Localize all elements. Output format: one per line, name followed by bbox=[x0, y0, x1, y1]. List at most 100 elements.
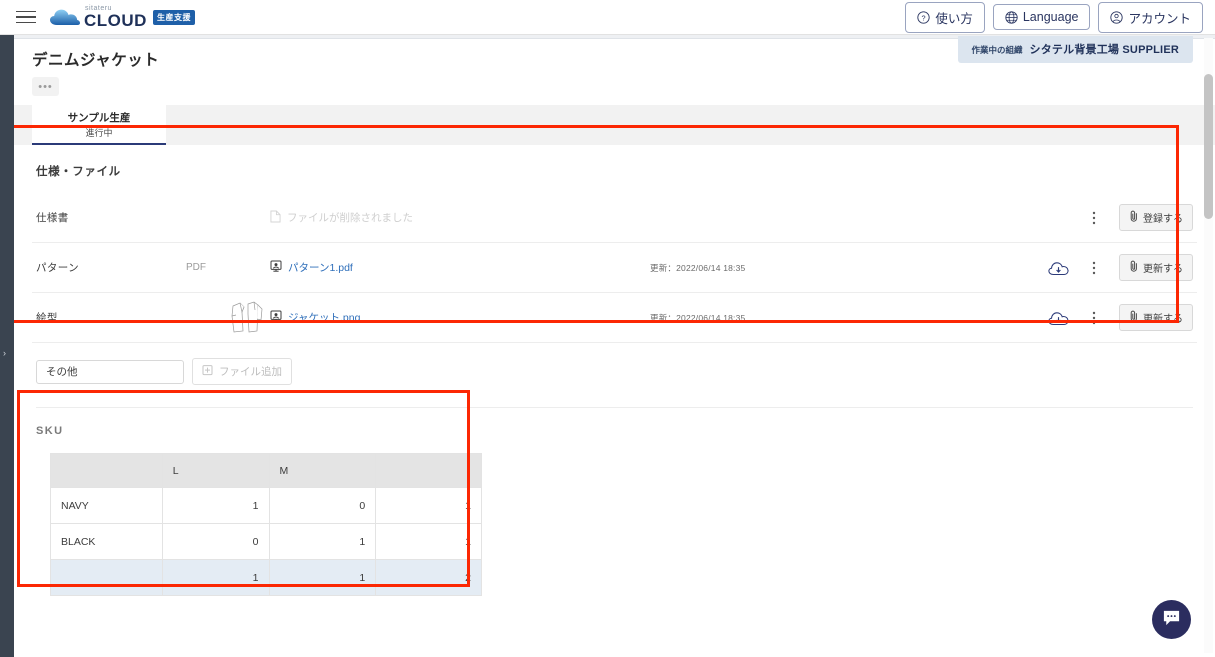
header-actions: ? 使い方 Language アカウント bbox=[905, 1, 1215, 33]
file-row-kebab-menu-icon[interactable] bbox=[1081, 311, 1107, 325]
register-file-button-label: 登録する bbox=[1143, 214, 1183, 225]
org-banner-label: 作業中の組織 bbox=[971, 45, 1023, 55]
sku-column-header bbox=[375, 453, 482, 488]
account-button[interactable]: アカウント bbox=[1098, 1, 1203, 33]
app-logo[interactable]: sitateru CLOUD 生産支援 bbox=[50, 5, 195, 29]
file-row-type: PDF bbox=[186, 262, 206, 273]
file-attachment-icon bbox=[270, 260, 282, 275]
file-row-label: 絵型 bbox=[36, 312, 58, 324]
table-row-total: 1 1 2 bbox=[50, 559, 482, 596]
sku-table-head: L M bbox=[50, 453, 482, 488]
file-row: 絵型 ジャケット.png 更新：2022/06/14 18:35 更新する bbox=[32, 293, 1197, 343]
tab-sample-production-status: 進行中 bbox=[85, 127, 113, 138]
sku-total-label bbox=[50, 559, 163, 596]
add-file-row: その他 ファイル追加 bbox=[32, 358, 1197, 385]
chat-bubble-icon bbox=[1162, 608, 1181, 632]
sku-table-body: NAVY 1 0 1 BLACK 0 1 1 1 1 2 bbox=[50, 487, 482, 596]
vertical-scrollbar[interactable] bbox=[1204, 38, 1213, 653]
page-container: デニムジャケット ••• サンプル生産 進行中 仕様・ファイル 仕様書 ファイル… bbox=[14, 35, 1215, 657]
sku-cell-total: 1 bbox=[375, 487, 482, 524]
add-file-icon bbox=[202, 364, 214, 379]
sku-total-cell: 1 bbox=[161, 559, 270, 596]
file-row-download-cloud-icon[interactable] bbox=[1035, 310, 1081, 326]
chat-support-button[interactable] bbox=[1152, 600, 1191, 639]
file-row-empty-text: ファイルが削除されました bbox=[287, 212, 413, 224]
sku-column-header: M bbox=[268, 453, 377, 488]
language-button[interactable]: Language bbox=[992, 4, 1091, 30]
help-button[interactable]: ? 使い方 bbox=[905, 1, 985, 33]
files-list: 仕様書 ファイルが削除されました 登録する パターン PDF パターン1.pdf… bbox=[32, 193, 1197, 343]
file-row-action-wrap: 更新する bbox=[1107, 254, 1193, 281]
sku-row-label: BLACK bbox=[50, 523, 163, 560]
sku-section-heading: SKU bbox=[36, 425, 64, 437]
sku-total-cell: 1 bbox=[268, 559, 377, 596]
file-category-select[interactable]: その他 bbox=[36, 359, 184, 384]
sku-table: L M NAVY 1 0 1 BLACK 0 1 1 1 1 2 bbox=[50, 453, 482, 596]
sku-cell-total: 1 bbox=[375, 523, 482, 560]
file-row-kebab-menu-icon[interactable] bbox=[1081, 261, 1107, 275]
logo-brand-main: CLOUD bbox=[84, 11, 147, 30]
file-row-link[interactable]: ジャケット.png bbox=[288, 310, 360, 325]
file-row-date: 更新：2022/06/14 18:35 bbox=[650, 262, 746, 273]
files-section-heading: 仕様・ファイル bbox=[36, 166, 121, 178]
sidebar-rail: › bbox=[0, 35, 14, 657]
file-row-name: パターン1.pdf bbox=[270, 260, 650, 275]
account-circle-icon bbox=[1110, 10, 1124, 24]
file-row-download-cloud-icon[interactable] bbox=[1035, 260, 1081, 276]
file-row: パターン PDF パターン1.pdf 更新：2022/06/14 18:35 更… bbox=[32, 243, 1197, 293]
cloud-icon bbox=[50, 9, 80, 26]
sku-cell: 0 bbox=[268, 487, 377, 524]
sku-column-header: L bbox=[161, 453, 270, 488]
hamburger-icon[interactable] bbox=[10, 7, 44, 28]
update-file-button-label: 更新する bbox=[1143, 264, 1183, 275]
paperclip-icon bbox=[1129, 210, 1139, 225]
file-row-action-wrap: 登録する bbox=[1107, 204, 1193, 231]
paperclip-icon bbox=[1129, 310, 1139, 325]
paperclip-icon bbox=[1129, 260, 1139, 275]
file-row-action-wrap: 更新する bbox=[1107, 304, 1193, 331]
table-row: NAVY 1 0 1 bbox=[50, 487, 482, 524]
sidebar-expand-chevron-right-icon[interactable]: › bbox=[3, 348, 11, 358]
question-circle-icon: ? bbox=[917, 10, 930, 24]
file-attachment-icon bbox=[270, 310, 282, 325]
tab-bar: サンプル生産 進行中 bbox=[14, 105, 1215, 145]
file-row-label: 仕様書 bbox=[36, 212, 69, 224]
file-row-name: ジャケット.png bbox=[270, 310, 650, 325]
file-row-label: パターン bbox=[36, 262, 80, 274]
jacket-thumbnail-image[interactable] bbox=[226, 298, 270, 338]
account-button-label: アカウント bbox=[1128, 11, 1191, 26]
update-file-button[interactable]: 更新する bbox=[1119, 304, 1193, 331]
file-row-date: 更新：2022/06/14 18:35 bbox=[650, 312, 746, 323]
sku-cell: 1 bbox=[268, 523, 377, 560]
file-row-name: ファイルが削除されました bbox=[270, 210, 650, 226]
working-organization-banner: 作業中の組織 シタテル背景工場 SUPPLIER bbox=[957, 36, 1193, 63]
tab-sample-production-title: サンプル生産 bbox=[67, 111, 131, 124]
org-banner-name: シタテル背景工場 SUPPLIER bbox=[1029, 44, 1179, 56]
file-row-kebab-menu-icon[interactable] bbox=[1081, 211, 1107, 225]
vertical-scrollbar-thumb[interactable] bbox=[1204, 74, 1213, 219]
app-window: sitateru CLOUD 生産支援 ? 使い方 Language アカウント… bbox=[0, 0, 1215, 657]
register-file-button[interactable]: 登録する bbox=[1119, 204, 1193, 231]
table-row: BLACK 0 1 1 bbox=[50, 523, 482, 560]
tab-sample-production[interactable]: サンプル生産 進行中 bbox=[32, 105, 166, 145]
page-content: 仕様・ファイル 仕様書 ファイルが削除されました 登録する パターン PDF パ… bbox=[14, 145, 1215, 596]
file-row: 仕様書 ファイルが削除されました 登録する bbox=[32, 193, 1197, 243]
language-button-label: Language bbox=[1022, 10, 1079, 24]
help-button-label: 使い方 bbox=[935, 11, 973, 26]
file-row-link[interactable]: パターン1.pdf bbox=[288, 260, 353, 275]
update-file-button[interactable]: 更新する bbox=[1119, 254, 1193, 281]
add-file-button-label: ファイル追加 bbox=[219, 366, 282, 378]
sku-cell: 0 bbox=[161, 523, 270, 560]
logo-badge: 生産支援 bbox=[152, 9, 195, 25]
add-file-button[interactable]: ファイル追加 bbox=[192, 358, 292, 385]
page-more-options-button[interactable]: ••• bbox=[32, 77, 59, 96]
sku-row-label: NAVY bbox=[50, 487, 163, 524]
globe-icon bbox=[1005, 10, 1018, 24]
sku-header-row: L M bbox=[50, 453, 482, 488]
sku-cell: 1 bbox=[161, 487, 270, 524]
sku-grand-total-cell: 2 bbox=[375, 559, 482, 596]
update-file-button-label: 更新する bbox=[1143, 314, 1183, 325]
document-icon bbox=[270, 210, 281, 226]
svg-text:?: ? bbox=[922, 13, 926, 22]
app-header: sitateru CLOUD 生産支援 ? 使い方 Language アカウント bbox=[0, 0, 1215, 35]
